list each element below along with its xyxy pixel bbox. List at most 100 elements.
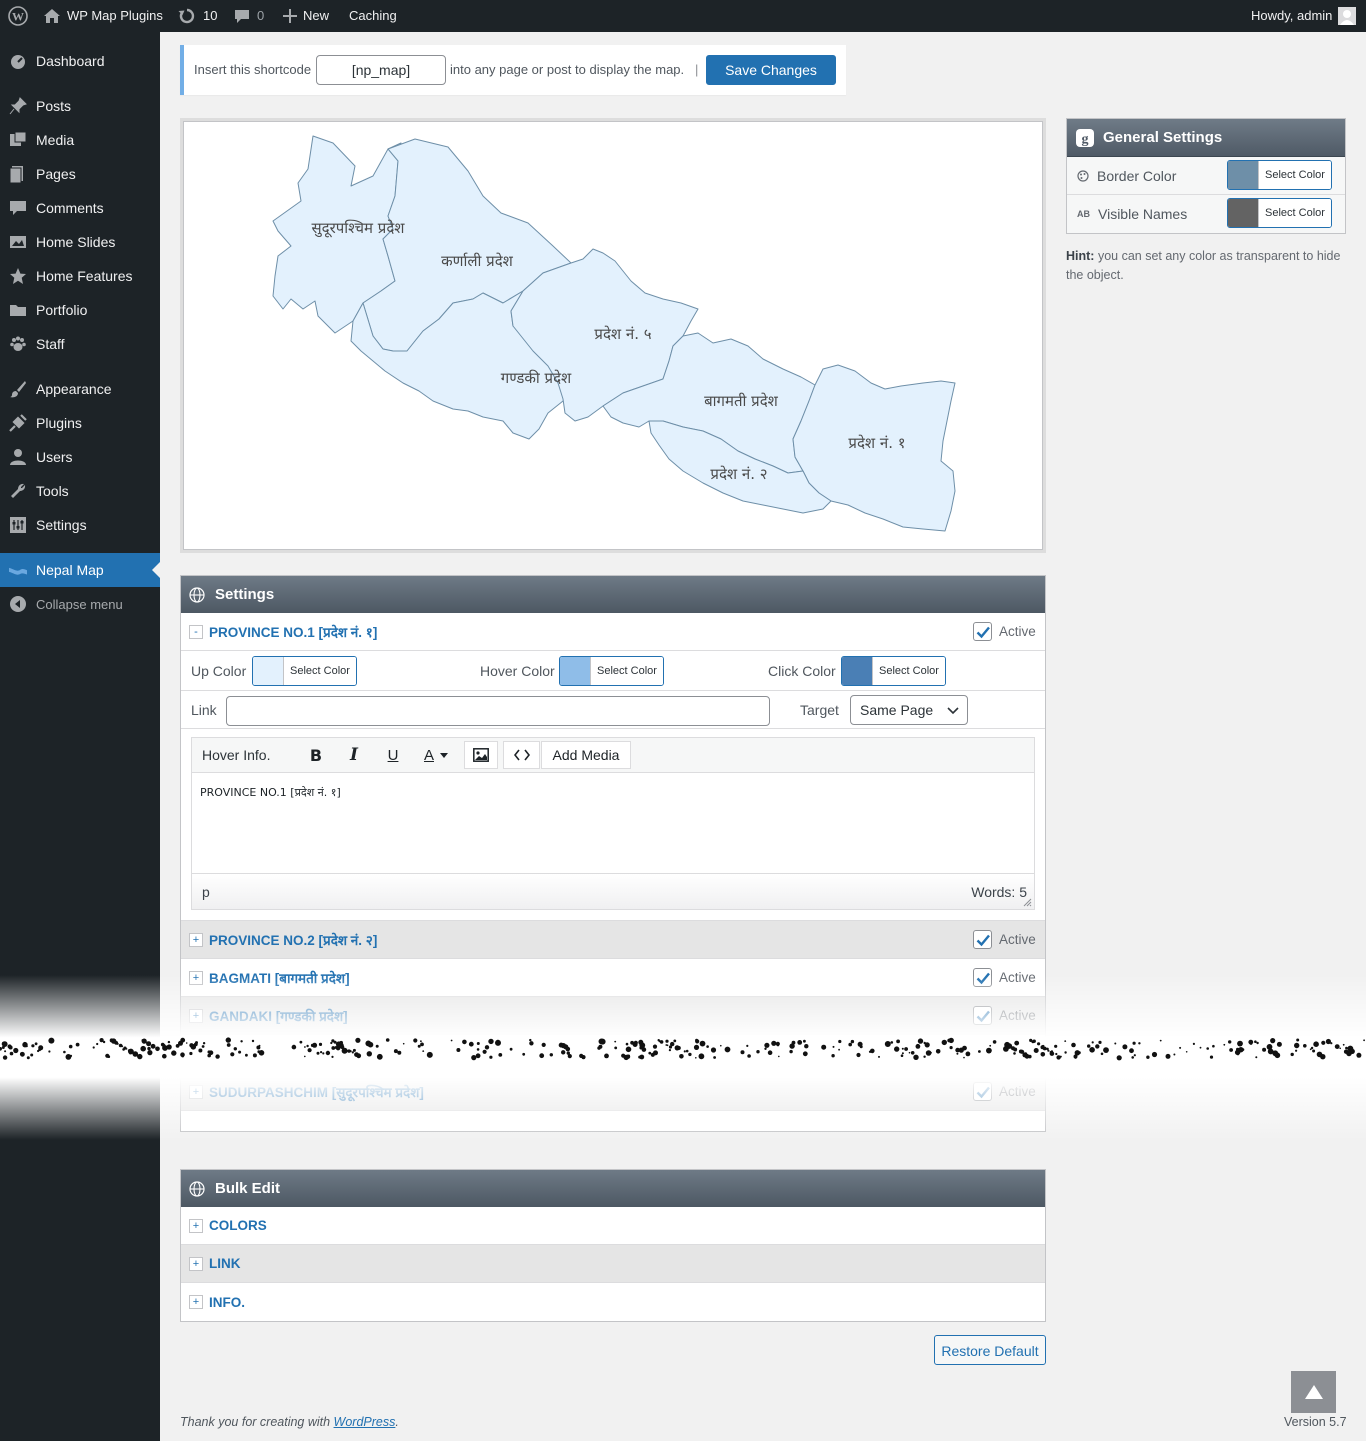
general-settings-title: General Settings: [1103, 129, 1223, 146]
sidebar-item-pages[interactable]: Pages: [0, 157, 160, 191]
expand-toggle[interactable]: +: [189, 1047, 203, 1061]
active-checkbox[interactable]: [973, 968, 992, 987]
expand-toggle[interactable]: +: [189, 1009, 203, 1023]
click-color-picker[interactable]: Select Color: [841, 656, 946, 686]
element-path[interactable]: p: [202, 884, 210, 900]
hover-info-editor: Hover Info. B I U A Add Media PROVINCE N…: [191, 737, 1035, 910]
province-title[interactable]: BAGMATI [बागमती प्रदेश]: [209, 969, 350, 987]
site-name-link[interactable]: WP Map Plugins: [43, 0, 163, 32]
caret-down-icon: [440, 752, 448, 758]
updates-link[interactable]: 10: [177, 0, 217, 32]
sidebar-item-portfolio[interactable]: Portfolio: [0, 293, 160, 327]
restore-default-button[interactable]: Restore Default: [934, 1335, 1046, 1365]
new-content-link[interactable]: New: [283, 0, 329, 32]
scroll-to-top-button[interactable]: [1291, 1371, 1336, 1413]
checkmark-icon: [976, 1048, 990, 1061]
sidebar-item-dashboard[interactable]: Dashboard: [0, 44, 160, 78]
expand-toggle[interactable]: +: [189, 933, 203, 947]
italic-icon: I: [350, 745, 358, 765]
visible-names-color-picker[interactable]: Select Color: [1227, 198, 1332, 228]
comment-icon: [10, 201, 26, 215]
sidebar-item-settings[interactable]: Settings: [0, 508, 160, 542]
province-title[interactable]: PROVINCE NO.1 [प्रदेश नं. १]: [209, 623, 377, 641]
province-title[interactable]: KARNALI [कर्णाली प्रदेश]: [209, 1045, 347, 1063]
editor-content[interactable]: PROVINCE NO.1 [प्रदेश नं. १]: [192, 773, 1034, 873]
region-label: गण्डकी प्रदेश: [501, 369, 572, 387]
hover-color-label: Hover Color: [480, 662, 555, 679]
image-icon: [473, 748, 489, 762]
code-view-button[interactable]: [503, 741, 540, 769]
bulk-edit-title[interactable]: COLORS: [209, 1218, 267, 1233]
sidebar-item-tools[interactable]: Tools: [0, 474, 160, 508]
expand-toggle[interactable]: +: [189, 1295, 203, 1309]
italic-button[interactable]: I: [339, 741, 369, 769]
wordpress-logo-icon[interactable]: W: [8, 0, 28, 32]
sidebar-item-media[interactable]: Media: [0, 123, 160, 157]
province-row: + KARNALI [कर्णाली प्रदेश] Active: [181, 1035, 1045, 1073]
target-select[interactable]: Same Page: [850, 695, 968, 725]
sidebar-item-plugins[interactable]: Plugins: [0, 406, 160, 440]
checkmark-icon: [976, 1010, 990, 1023]
link-input[interactable]: [226, 696, 770, 726]
word-count: Words: 5: [971, 884, 1027, 900]
sidebar-item-posts[interactable]: Posts: [0, 89, 160, 123]
media-icon: [10, 131, 27, 146]
bulk-edit-title[interactable]: LINK: [209, 1256, 241, 1271]
active-checkbox[interactable]: [973, 622, 992, 641]
text-color-button[interactable]: A: [414, 741, 458, 769]
active-checkbox[interactable]: [973, 1044, 992, 1063]
underline-button[interactable]: U: [378, 741, 408, 769]
editor-text: PROVINCE NO.1 [प्रदेश नं. १]: [200, 786, 341, 799]
active-checkbox[interactable]: [973, 930, 992, 949]
sidebar-item-home-features[interactable]: Home Features: [0, 259, 160, 293]
plug-icon: [9, 414, 27, 432]
add-media-button[interactable]: Add Media: [541, 741, 631, 769]
sidebar-item-nepal-map[interactable]: Nepal Map: [0, 553, 160, 587]
province-title[interactable]: SUDURPASHCHIM [सुदूरपश्चिम प्रदेश]: [209, 1083, 424, 1101]
province-title[interactable]: PROVINCE NO.2 [प्रदेश नं. २]: [209, 931, 377, 949]
expand-toggle[interactable]: +: [189, 1219, 203, 1233]
shortcode-field[interactable]: [316, 55, 446, 85]
editor-statusbar: p Words: 5: [192, 873, 1034, 909]
active-checkbox[interactable]: [973, 1082, 992, 1101]
border-color-row: Border Color Select Color: [1067, 157, 1345, 195]
select-color-label: Select Color: [591, 657, 663, 685]
province-title[interactable]: GANDAKI [गण्डकी प्रदेश]: [209, 1007, 348, 1025]
sidebar-item-home-slides[interactable]: Home Slides: [0, 225, 160, 259]
footer-version: Version 5.7: [1284, 1415, 1347, 1429]
sidebar-item-label: Appearance: [36, 381, 112, 397]
province-row: + BAGMATI [बागमती प्रदेश] Active: [181, 959, 1045, 997]
caching-link[interactable]: Caching: [349, 0, 397, 32]
sidebar-item-label: Nepal Map: [36, 562, 104, 578]
comments-link[interactable]: 0: [233, 0, 264, 32]
collapse-toggle[interactable]: -: [189, 625, 203, 639]
checkmark-icon: [976, 934, 990, 947]
active-checkbox[interactable]: [973, 1006, 992, 1025]
bold-button[interactable]: B: [301, 741, 331, 769]
wordpress-link[interactable]: WordPress: [334, 1415, 396, 1429]
thanks-prefix: Thank you for creating with: [180, 1415, 334, 1429]
save-changes-button[interactable]: Save Changes: [706, 55, 836, 85]
target-label: Target: [800, 701, 839, 718]
sidebar-item-staff[interactable]: Staff: [0, 327, 160, 361]
svg-text:g: g: [1082, 132, 1089, 147]
up-color-picker[interactable]: Select Color: [252, 656, 357, 686]
expand-toggle[interactable]: +: [189, 971, 203, 985]
hover-color-picker[interactable]: Select Color: [559, 656, 664, 686]
border-color-picker[interactable]: Select Color: [1227, 160, 1332, 190]
hint-bold: Hint:: [1066, 249, 1095, 263]
expand-toggle[interactable]: +: [189, 1257, 203, 1271]
paw-icon: [10, 336, 26, 351]
click-color-swatch: [842, 657, 873, 685]
expand-toggle[interactable]: +: [189, 1085, 203, 1099]
resize-handle-icon[interactable]: [1023, 898, 1032, 907]
collapse-menu-button[interactable]: Collapse menu: [0, 587, 160, 621]
insert-image-button[interactable]: [464, 741, 498, 769]
sidebar-item-comments[interactable]: Comments: [0, 191, 160, 225]
admin-bar: W WP Map Plugins 10 0 New Caching Howdy,…: [0, 0, 1366, 32]
my-account-link[interactable]: Howdy, admin: [1251, 0, 1357, 32]
sidebar-item-appearance[interactable]: Appearance: [0, 372, 160, 406]
bulk-edit-title[interactable]: INFO.: [209, 1295, 245, 1310]
sidebar-item-label: Dashboard: [36, 53, 105, 69]
sidebar-item-users[interactable]: Users: [0, 440, 160, 474]
